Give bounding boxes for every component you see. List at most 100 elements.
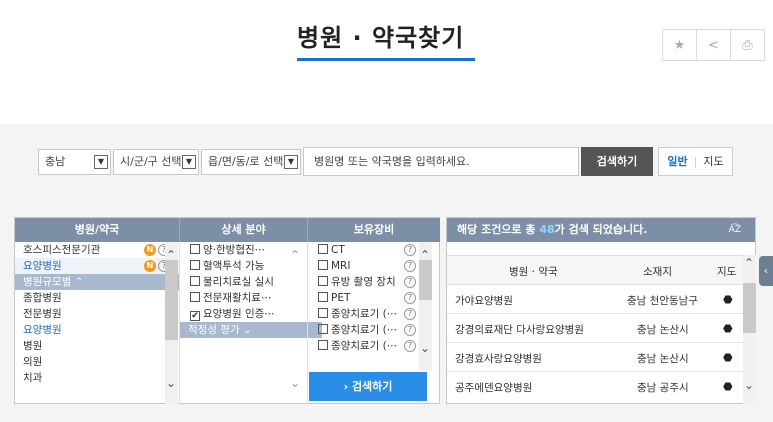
map-pin-icon[interactable]: ⬣ [723, 380, 733, 393]
print-icon[interactable]: ⎙ [730, 29, 765, 61]
chevron-down-icon: ▼ [182, 155, 196, 169]
city-select[interactable]: 시/군/구 선택 ▼ [113, 149, 199, 175]
sort-az-icon[interactable]: A͡Z [729, 218, 741, 242]
chevron-down-icon[interactable]: ⌄ [420, 341, 430, 355]
checkbox[interactable] [318, 324, 328, 334]
new-badge-icon: N [144, 260, 156, 272]
field-option[interactable]: 물리치료실 실시 [180, 274, 322, 290]
type-list: 호스피스전문기관 N ? 요양병원 N ? 병원규모별 ⌃ 종합병원 전문병원 … [15, 242, 179, 404]
help-icon[interactable]: ? [404, 292, 416, 304]
size-group-header[interactable]: 병원규모별 ⌃ [15, 274, 179, 290]
scroll-thumb[interactable] [419, 260, 432, 300]
eval-group-header[interactable]: 적정성 평가 ⌄ [180, 322, 322, 338]
checkbox-checked[interactable]: ✔ [190, 311, 200, 321]
map-pin-icon[interactable]: ⬣ [723, 293, 733, 306]
table-row[interactable]: 강경효사랑요양병원 충남 논산시 ⬣ [447, 343, 743, 372]
town-select[interactable]: 읍/면/동/로 선택 ▼ [201, 149, 301, 175]
field-label: 물리치료실 실시 [203, 276, 274, 288]
equipment-label: MRI [331, 260, 351, 272]
title-underline [297, 58, 475, 61]
summary-prefix: 해당 조건으로 총 [457, 223, 540, 236]
checkbox[interactable] [318, 308, 328, 318]
equipment-label: 종양치료기 (⋯ [331, 340, 398, 352]
list-item[interactable]: 호스피스전문기관 N ? [15, 242, 179, 258]
help-icon[interactable]: ? [404, 308, 416, 320]
share-icon[interactable]: < [696, 29, 731, 61]
hospital-name[interactable]: 강경의료재단 다사랑요양병원 [455, 322, 584, 337]
chevron-up-icon[interactable]: ⌃ [744, 256, 754, 270]
star-icon[interactable]: ★ [662, 29, 697, 61]
filter-search-button[interactable]: › 검색하기 [309, 372, 427, 401]
province-value: 충남 [45, 155, 66, 168]
list-item[interactable]: 전문병원 [15, 306, 179, 322]
checkbox[interactable] [190, 260, 200, 270]
field-option[interactable]: 전문재활치료⋯ [180, 290, 322, 306]
table-row[interactable]: 강경의료재단 다사랑요양병원 충남 논산시 ⬣ [447, 314, 743, 343]
checkbox[interactable] [318, 260, 328, 270]
hospital-location: 충남 공주시 [637, 382, 689, 394]
hospital-location: 충남 천안동남구 [627, 295, 698, 307]
results-table-header: 병원 · 약국 소재지 지도 [447, 255, 743, 285]
list-item[interactable]: 치과 [15, 370, 179, 386]
chevron-down-icon[interactable]: ⌄ [290, 376, 300, 390]
field-option[interactable]: 양·한방협진⋯ [180, 242, 322, 258]
hospital-location: 충남 논산시 [637, 353, 689, 365]
chevron-down-icon: ▼ [284, 155, 298, 169]
list-item[interactable]: 요양병원 N ? [15, 258, 179, 274]
map-pin-icon[interactable]: ⬣ [723, 351, 733, 364]
filter-header-equipment: 보유장비 [307, 218, 440, 242]
view-separator: | [693, 155, 698, 168]
search-button[interactable]: 검색하기 [581, 147, 653, 176]
help-icon[interactable]: ? [404, 276, 416, 288]
field-list: 양·한방협진⋯ 혈액투석 가능 물리치료실 실시 전문재활치료⋯ ✔ 요양병원 인… [179, 242, 322, 404]
field-option[interactable]: 혈액투석 가능 [180, 258, 322, 274]
type-label: 호스피스전문기관 [23, 244, 101, 256]
hospital-location: 충남 논산시 [637, 324, 689, 336]
new-badge-icon: N [144, 244, 156, 256]
hospital-name[interactable]: 가야요양병원 [455, 293, 513, 308]
view-map-tab[interactable]: 지도 [703, 148, 723, 175]
list-item[interactable]: 종합병원 [15, 290, 179, 306]
filter-header-field: 상세 분야 [179, 218, 307, 242]
column-header-name: 병원 · 약국 [509, 266, 558, 278]
checkbox[interactable] [190, 292, 200, 302]
chevron-up-icon[interactable]: ⌃ [420, 248, 430, 262]
table-row[interactable]: 가야요양병원 충남 천안동남구 ⬣ [447, 285, 743, 314]
hospital-name[interactable]: 강경효사랑요양병원 [455, 351, 542, 366]
help-icon[interactable]: ? [404, 340, 416, 352]
chevron-down-icon[interactable]: ⌄ [166, 376, 176, 390]
hospital-name[interactable]: 공주에덴요양병원 [455, 380, 532, 395]
list-item[interactable]: 의원 [15, 354, 179, 370]
scroll-thumb[interactable] [743, 283, 756, 333]
chevron-up-icon[interactable]: ⌃ [166, 248, 176, 262]
list-item[interactable]: 병원 [15, 338, 179, 354]
view-toggle: 일반 | 지도 [658, 147, 733, 176]
chevron-up-icon[interactable]: ⌃ [290, 248, 300, 262]
checkbox[interactable] [190, 244, 200, 254]
results-panel: 해당 조건으로 총 48가 검색 되었습니다. A͡Z 병원 · 약국 소재지 … [446, 217, 756, 404]
search-input[interactable]: 병원명 또는 약국명을 입력하세요. [303, 147, 579, 176]
type-label: 요양병원 [23, 260, 62, 272]
equipment-label: 유방 촬영 장치 [331, 276, 396, 288]
view-general-tab[interactable]: 일반 [667, 148, 687, 175]
table-row[interactable]: 공주에덴요양병원 충남 공주시 ⬣ [447, 372, 743, 401]
map-pin-icon[interactable]: ⬣ [723, 322, 733, 335]
chevron-down-icon[interactable]: ⌄ [744, 378, 754, 392]
checkbox[interactable] [318, 340, 328, 350]
filter-header-type: 병원/약국 [15, 218, 179, 242]
checkbox[interactable] [318, 244, 328, 254]
help-icon[interactable]: ? [404, 324, 416, 336]
field-option[interactable]: ✔ 요양병원 인증⋯ [180, 306, 322, 322]
result-count: 48 [539, 223, 555, 236]
checkbox[interactable] [318, 292, 328, 302]
checkbox[interactable] [318, 276, 328, 286]
equipment-label: 종양치료기 (⋯ [331, 324, 398, 336]
panel-collapse-icon[interactable]: ‹ [759, 256, 773, 286]
scroll-thumb[interactable] [165, 260, 178, 340]
help-icon[interactable]: ? [404, 260, 416, 272]
help-icon[interactable]: ? [404, 244, 416, 256]
checkbox[interactable] [190, 276, 200, 286]
field-label: 요양병원 인증⋯ [203, 308, 275, 320]
list-item[interactable]: 요양병원 [15, 322, 179, 338]
province-select[interactable]: 충남 ▼ [38, 149, 111, 175]
